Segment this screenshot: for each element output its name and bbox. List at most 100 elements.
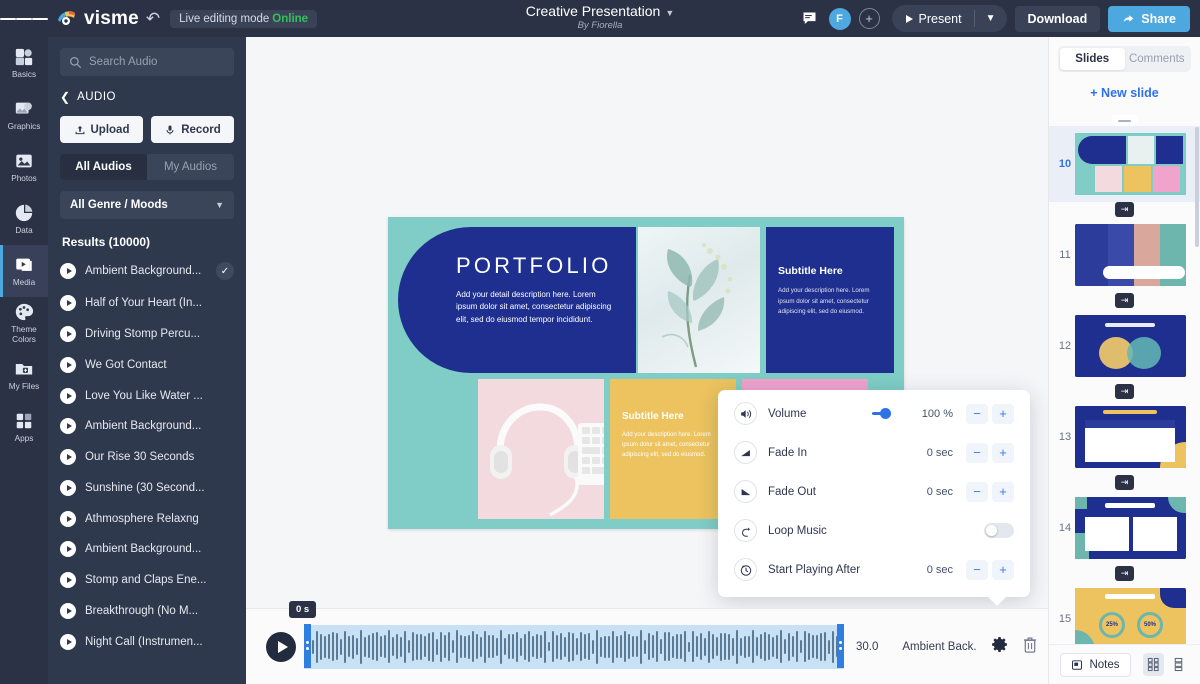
record-button[interactable]: Record [151, 116, 234, 143]
play-icon[interactable] [60, 633, 76, 650]
play-icon[interactable] [60, 295, 76, 312]
list-item[interactable]: Night Call (Instrumen... [48, 626, 246, 657]
genre-select[interactable]: All Genre / Moods ▼ [60, 191, 234, 219]
tab-my-audios[interactable]: My Audios [147, 154, 234, 180]
slide-thumbnail-15[interactable]: 15 25% 50% [1049, 581, 1200, 644]
sidebar-item-media[interactable]: Media [0, 245, 48, 297]
list-item[interactable]: We Got Contact [48, 349, 246, 380]
fade-in-decrease-button[interactable]: − [966, 442, 988, 463]
hamburger-icon[interactable] [0, 0, 48, 37]
volume-increase-button[interactable]: + [992, 403, 1014, 424]
present-chevron-down-icon[interactable]: ▼ [975, 13, 1007, 24]
list-item[interactable]: Driving Stomp Percu... [48, 319, 246, 350]
slide-preview[interactable] [1075, 133, 1186, 195]
headphones-photo[interactable] [478, 379, 604, 519]
slide-preview[interactable] [1075, 315, 1186, 377]
play-icon[interactable] [60, 572, 76, 589]
transition-icon[interactable]: ⇥ [1049, 384, 1200, 399]
subtitle-card-right[interactable]: Subtitle Here Add your description here.… [766, 227, 894, 373]
list-item[interactable]: Ambient Background... [48, 411, 246, 442]
slide-thumbnail-10[interactable]: 10 [1049, 126, 1200, 202]
transition-icon[interactable]: ⇥ [1049, 566, 1200, 581]
list-item[interactable]: Ambient Background... ✓ [48, 255, 246, 288]
sidebar-item-apps[interactable]: Apps [0, 401, 48, 453]
volume-slider[interactable] [872, 407, 891, 421]
list-item[interactable]: Ambient Background... [48, 534, 246, 565]
play-icon[interactable] [60, 479, 76, 496]
audio-breadcrumb[interactable]: ❮ AUDIO [60, 90, 234, 104]
sidebar-item-my-files[interactable]: My Files [0, 349, 48, 401]
play-icon[interactable] [60, 263, 76, 280]
comment-icon[interactable] [799, 8, 821, 30]
list-item[interactable]: Our Rise 30 Seconds [48, 442, 246, 473]
list-item[interactable]: Love You Like Water ... [48, 380, 246, 411]
chevron-left-icon[interactable]: ❮ [60, 90, 70, 104]
fade-out-increase-button[interactable]: + [992, 481, 1014, 502]
brand-logo-group[interactable]: visme [56, 8, 139, 30]
tab-comments[interactable]: Comments [1125, 48, 1190, 70]
trash-icon[interactable] [1022, 636, 1038, 658]
plus-icon[interactable]: + [858, 8, 880, 29]
undo-icon[interactable]: ↶ [146, 9, 160, 29]
notes-button[interactable]: Notes [1060, 652, 1131, 677]
list-view-icon[interactable] [1168, 653, 1189, 676]
share-button[interactable]: Share [1108, 5, 1190, 32]
sidebar-item-basics[interactable]: Basics [0, 37, 48, 89]
portfolio-card[interactable]: PORTFOLIO Add your detail description he… [398, 227, 636, 373]
play-icon[interactable] [60, 602, 76, 619]
play-icon[interactable] [60, 510, 76, 527]
list-item[interactable]: Half of Your Heart (In... [48, 288, 246, 319]
start-after-decrease-button[interactable]: − [966, 559, 988, 580]
grid-view-icon[interactable] [1142, 653, 1164, 676]
avatar[interactable]: F [828, 7, 851, 30]
start-after-increase-button[interactable]: + [992, 559, 1014, 580]
timeline-play-button[interactable] [266, 631, 296, 662]
slide-thumbnail-14[interactable]: 14 [1049, 490, 1200, 566]
slides-scrollbar[interactable] [1195, 127, 1199, 247]
search-input[interactable]: Search Audio [60, 48, 234, 76]
list-item[interactable]: Breakthrough (No M... [48, 596, 246, 627]
play-icon[interactable] [60, 418, 76, 435]
page-title[interactable]: Creative Presentation [526, 3, 661, 19]
tab-slides[interactable]: Slides [1060, 48, 1125, 70]
sidebar-item-theme-colors[interactable]: Theme Colors [0, 297, 48, 349]
chevron-down-icon[interactable]: ▼ [665, 8, 674, 18]
new-slide-button[interactable]: + New slide [1049, 72, 1200, 110]
present-button[interactable]: Present [892, 12, 974, 26]
slide-thumbnail-13[interactable]: 13 [1049, 399, 1200, 475]
slide-thumbnail-list[interactable]: 10⇥11⇥12⇥13⇥14⇥1525%50%⇥ [1049, 115, 1200, 644]
sidebar-item-data[interactable]: Data [0, 193, 48, 245]
sidebar-item-graphics[interactable]: Graphics [0, 89, 48, 141]
trim-handle-start[interactable]: 0 s [289, 600, 317, 668]
play-icon[interactable] [60, 387, 76, 404]
gear-icon[interactable] [991, 636, 1008, 658]
tab-all-audios[interactable]: All Audios [60, 154, 147, 180]
download-button[interactable]: Download [1014, 5, 1101, 32]
sidebar-item-photos[interactable]: Photos [0, 141, 48, 193]
slide-preview[interactable] [1075, 406, 1186, 468]
fade-out-decrease-button[interactable]: − [966, 481, 988, 502]
fade-in-increase-button[interactable]: + [992, 442, 1014, 463]
waveform[interactable] [304, 624, 844, 669]
waveform-wrapper[interactable]: 0 s [289, 600, 844, 670]
transition-icon[interactable]: ⇥ [1049, 475, 1200, 490]
list-item[interactable]: Stomp and Claps Ene... [48, 565, 246, 596]
slider-knob[interactable] [880, 408, 891, 419]
slide-preview[interactable] [1075, 224, 1186, 286]
loop-music-toggle[interactable] [984, 523, 1014, 538]
leaf-photo[interactable] [638, 227, 760, 373]
slide-thumbnail-11[interactable]: 11 [1049, 217, 1200, 293]
transition-icon[interactable]: ⇥ [1049, 202, 1200, 217]
play-icon[interactable] [60, 356, 76, 373]
play-icon[interactable] [60, 325, 76, 342]
slide-thumbnail-12[interactable]: 12 [1049, 308, 1200, 384]
trim-handle-end[interactable] [837, 623, 844, 668]
transition-icon[interactable]: ⇥ [1049, 293, 1200, 308]
play-icon[interactable] [60, 541, 76, 558]
volume-decrease-button[interactable]: − [966, 403, 988, 424]
list-item[interactable]: Sunshine (30 Second... [48, 472, 246, 503]
play-icon[interactable] [60, 449, 76, 466]
slide-preview[interactable] [1075, 497, 1186, 559]
list-item[interactable]: Athmosphere Relaxng [48, 503, 246, 534]
upload-button[interactable]: Upload [60, 116, 143, 143]
